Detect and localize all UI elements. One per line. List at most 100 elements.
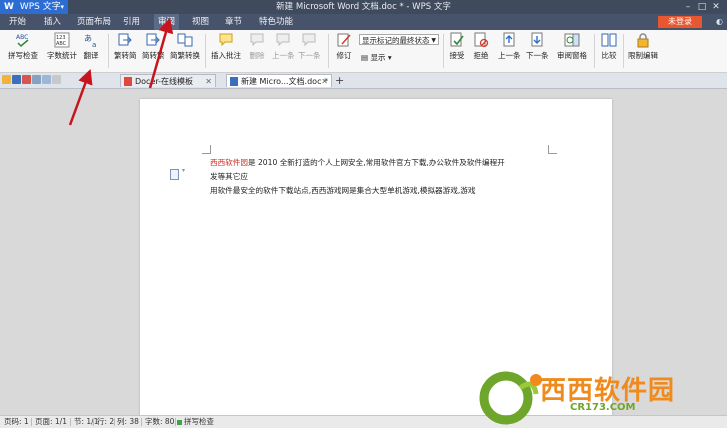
accept-button[interactable]: 接受 [447,32,467,61]
tab-insert[interactable]: 插入 [44,14,61,30]
svg-text:ABC: ABC [56,41,67,47]
divider [328,34,329,68]
new-tab-button[interactable]: + [335,73,344,88]
spell-check-button[interactable]: ABC 拼写检查 [6,32,40,61]
show-markup-button[interactable]: ▤ 显示 ▾ [361,52,392,63]
comment-icon [219,33,233,47]
markup-display-select[interactable]: 显示标记的最终状态 ▼ [359,34,439,45]
undo-icon[interactable] [52,75,61,84]
spell-check-icon: ABC [16,34,29,48]
margin-corner-mark [202,145,211,154]
accept-icon [450,32,464,47]
simp-to-trad-button[interactable]: 简转繁 [142,32,165,61]
status-row: 行: 2 [97,417,115,426]
close-icon[interactable]: ✕ [321,75,328,88]
next-change-button[interactable]: 下一条 [526,32,549,61]
chevron-down-icon: ▼ [431,37,436,44]
minimize-button[interactable]: – [681,0,695,14]
delete-comment-icon [250,33,264,47]
close-button[interactable]: ✕ [709,0,723,14]
title-bar: W WPS 文字 ▾ 新建 Microsoft Word 文档.doc * - … [0,0,727,14]
divider [594,34,595,68]
pdf-icon[interactable] [22,75,31,84]
print-icon[interactable] [32,75,41,84]
tab-chapter[interactable]: 章节 [225,14,242,30]
translate-label: 翻译 [83,51,99,60]
docer-icon [124,77,132,86]
highlighted-text: 西西软件园 [210,158,248,167]
document-body[interactable]: 西西软件园是 2010 全新打造的个人上网安全,常用软件官方下载,办公软件及软件… [210,156,510,198]
restrict-editing-button[interactable]: 限制编辑 [627,32,659,61]
paragraph-options-icon[interactable] [170,169,179,180]
prev-change-icon [503,32,515,47]
reject-button[interactable]: 拒绝 [471,32,491,61]
tab-special[interactable]: 特色功能 [259,14,293,30]
margin-corner-mark [548,145,557,154]
maximize-button[interactable]: □ [695,0,709,14]
accept-label: 接受 [449,51,465,60]
divider [93,418,94,426]
open-icon[interactable] [2,75,11,84]
divider [141,418,142,426]
svg-text:a: a [92,41,96,48]
delete-comment-label: 删除 [249,51,265,60]
document-line2: 用软件最安全的软件下载站点,西西游戏网是集合大型单机游戏,模拟器游戏,游戏 [210,186,476,195]
tab-view[interactable]: 视图 [192,14,209,30]
status-words: 字数: 80 [145,417,175,426]
compare-button[interactable]: 比较 [599,32,619,61]
close-icon[interactable]: ✕ [205,75,212,88]
tab-document-label: 新建 Micro...文档.doc * [241,77,329,86]
track-changes-button[interactable]: 修订 [334,32,354,61]
status-col: 列: 38 [117,417,139,426]
spell-check-label: 拼写检查 [8,51,38,60]
trad-to-simp-icon [118,33,132,46]
markup-display-value: 显示标记的最终状态 [362,36,430,45]
trad-to-simp-button[interactable]: 繁转简 [114,32,137,61]
insert-comment-button[interactable]: 插入批注 [211,32,241,61]
status-section: 节: 1/1 [74,417,99,426]
divider [623,34,624,68]
delete-comment-button[interactable]: 删除 [247,32,267,61]
track-changes-icon [337,33,351,47]
tab-review[interactable]: 审阅 [154,14,180,30]
prev-change-label: 上一条 [498,51,521,60]
tab-page-layout[interactable]: 页面布局 [77,14,111,30]
tab-document[interactable]: 新建 Micro...文档.doc * ✕ [226,74,332,87]
tab-references[interactable]: 引用 [123,14,140,30]
next-comment-button[interactable]: 下一条 [298,32,321,61]
document-line1: 是 2010 全新打造的个人上网安全,常用软件官方下载,办公软件及软件编程开发等… [210,158,505,181]
document-tab-bar: Docer-在线模板 ✕ 新建 Micro...文档.doc * ✕ + [0,73,727,89]
spell-check-status[interactable]: 拼写检查 [177,416,214,428]
prev-change-button[interactable]: 上一条 [498,32,521,61]
simp-trad-convert-button[interactable]: 简繁转换 [170,32,200,61]
tab-docer-label: Docer-在线模板 [135,77,194,86]
status-page: 页码: 1 [4,417,29,426]
save-icon[interactable] [12,75,21,84]
tab-home[interactable]: 开始 [9,14,26,30]
check-icon [177,419,182,425]
doc-icon [230,77,238,86]
review-pane-button[interactable]: 审阅窗格 [556,32,588,61]
next-comment-label: 下一条 [298,51,321,60]
simp-to-trad-label: 简转繁 [142,51,165,60]
divider [70,418,71,426]
prev-comment-button[interactable]: 上一条 [272,32,295,61]
menu-tools: ◐ [716,14,723,30]
simp-to-trad-icon [146,33,160,46]
quick-access-toolbar [2,75,62,86]
reject-label: 拒绝 [473,51,489,60]
preview-icon[interactable] [42,75,51,84]
watermark-subtext: CR173.COM [570,402,636,413]
word-count-button[interactable]: 123 ABC 字数统计 [46,32,78,61]
next-comment-icon [302,33,316,47]
translate-button[interactable]: あa 翻译 [83,32,99,61]
login-button[interactable]: 未登录 [658,16,702,28]
translate-icon: あa [84,34,96,48]
review-pane-icon [564,33,580,47]
prev-comment-label: 上一条 [272,51,295,60]
skin-icon[interactable]: ◐ [716,17,723,26]
track-changes-label: 修订 [336,51,352,60]
trad-to-simp-label: 繁转简 [114,51,137,60]
svg-text:あ: あ [84,34,92,43]
tab-docer[interactable]: Docer-在线模板 ✕ [120,74,216,87]
